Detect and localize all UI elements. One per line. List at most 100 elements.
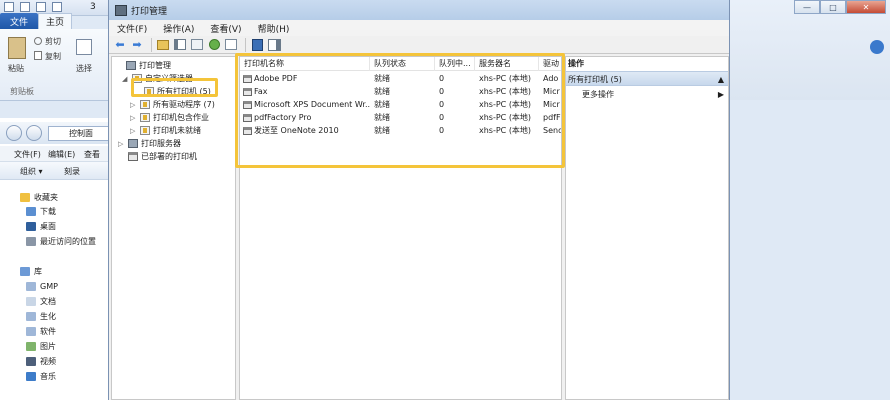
nav-item-label: 桌面	[40, 221, 56, 231]
nav-item-software[interactable]: 软件	[26, 324, 56, 338]
burn-button[interactable]: 刻录	[64, 166, 80, 177]
actions-section-label: 所有打印机 (5)	[568, 75, 622, 84]
tree-item-deployed-printers[interactable]: 已部署的打印机	[118, 150, 197, 163]
help-icon[interactable]	[870, 40, 884, 54]
explorer-menu-file[interactable]: 文件(F)	[14, 149, 41, 160]
home-tab[interactable]: 主页	[38, 13, 72, 29]
expand-arrow-icon[interactable]: ▷	[118, 140, 126, 148]
nav-item-libraries[interactable]: 库	[20, 264, 42, 278]
nav-item-favorites[interactable]: 收藏夹	[20, 190, 58, 204]
window-title-bar[interactable]: 打印管理	[109, 0, 729, 20]
nav-item-desktop[interactable]: 桌面	[26, 219, 56, 233]
tree-item-printers-with-jobs[interactable]: ▷ 打印机包含作业	[130, 111, 209, 124]
copy-icon[interactable]	[34, 51, 42, 60]
nav-item-label: 生化	[40, 311, 56, 321]
show-hide-tree-icon[interactable]	[173, 38, 187, 52]
collapse-up-icon[interactable]: ▲	[718, 72, 724, 87]
file-tab[interactable]: 文件	[0, 13, 38, 29]
select-icon[interactable]	[76, 39, 92, 55]
forward-arrow-icon[interactable]: ➡	[130, 38, 144, 52]
expand-arrow-icon[interactable]: ▷	[130, 127, 138, 135]
explorer-menu-view[interactable]: 查看	[84, 149, 100, 160]
nav-item-music[interactable]: 音乐	[26, 369, 56, 383]
actions-header: 操作	[566, 57, 728, 71]
back-icon[interactable]	[6, 125, 22, 141]
address-field[interactable]: 控制面	[48, 126, 110, 141]
recent-places-icon	[26, 236, 36, 246]
console-tree: 打印管理 ◢ 自定义筛选器 所有打印机 (5) ▷ 所有驱动程序 (7) ▷ 打…	[111, 56, 236, 400]
nav-item-pictures[interactable]: 图片	[26, 339, 56, 353]
desktop-icon	[26, 221, 36, 231]
documents-icon	[26, 296, 36, 306]
filter-icon	[140, 126, 150, 135]
more-actions-item[interactable]: 更多操作 ▶	[582, 88, 728, 101]
organize-button[interactable]: 组织 ▾	[20, 166, 43, 177]
printer-icon	[128, 152, 138, 161]
nav-item-recent[interactable]: 最近访问的位置	[26, 234, 96, 248]
redo-icon[interactable]	[52, 2, 62, 12]
help-book-icon[interactable]	[250, 38, 264, 52]
menu-action[interactable]: 操作(A)	[163, 22, 194, 35]
expand-arrow-icon[interactable]: ▷	[130, 101, 138, 109]
tree-item-label: 打印机未就绪	[153, 126, 201, 135]
nav-item-gmp[interactable]: GMP	[26, 279, 58, 293]
tree-item-label: 打印机包含作业	[153, 113, 209, 122]
up-folder-icon[interactable]	[156, 38, 170, 52]
filter-icon	[140, 100, 150, 109]
copy-label[interactable]: 复制	[45, 51, 61, 62]
folder-icon	[26, 326, 36, 336]
nav-item-downloads[interactable]: 下载	[26, 204, 56, 218]
window-controls: — □ ✕	[794, 0, 886, 14]
tree-item-printers-not-ready[interactable]: ▷ 打印机未就绪	[130, 124, 201, 137]
cut-label[interactable]: 剪切	[45, 36, 61, 47]
show-action-pane-icon[interactable]	[267, 38, 281, 52]
nav-item-label: 下载	[40, 206, 56, 216]
folder-icon	[26, 281, 36, 291]
undo-icon[interactable]	[36, 2, 46, 12]
maximize-button[interactable]: □	[820, 0, 846, 14]
explorer-address-bar: 控制面	[0, 122, 110, 144]
paste-label: 粘贴	[8, 64, 24, 73]
toolbar-separator	[151, 37, 152, 52]
pictures-icon	[26, 341, 36, 351]
nav-item-label: 音乐	[40, 371, 56, 381]
back-arrow-icon[interactable]: ⬅	[113, 38, 127, 52]
menu-file[interactable]: 文件(F)	[117, 22, 147, 35]
forward-icon[interactable]	[26, 125, 42, 141]
minimize-button[interactable]: —	[794, 0, 820, 14]
nav-item-documents[interactable]: 文档	[26, 294, 56, 308]
refresh-icon[interactable]	[207, 38, 221, 52]
nav-item-label: 库	[34, 266, 42, 276]
tree-item-label: 打印服务器	[141, 139, 181, 148]
properties-icon[interactable]	[190, 38, 204, 52]
star-icon	[20, 192, 30, 202]
nav-item-label: 收藏夹	[34, 192, 58, 202]
explorer-command-bar: 组织 ▾ 刻录	[0, 162, 110, 180]
quick-access-text: 3	[90, 2, 96, 12]
tree-item-label: 所有驱动程序 (7)	[153, 100, 215, 109]
select-label[interactable]: 选择	[76, 63, 92, 74]
tree-item-print-servers[interactable]: ▷ 打印服务器	[118, 137, 181, 150]
paste-icon[interactable]	[8, 37, 26, 59]
close-button[interactable]: ✕	[846, 0, 886, 14]
menu-view[interactable]: 查看(V)	[210, 22, 241, 35]
tree-item-all-drivers[interactable]: ▷ 所有驱动程序 (7)	[130, 98, 215, 111]
tree-item-print-management[interactable]: 打印管理	[116, 59, 171, 72]
menu-help[interactable]: 帮助(H)	[258, 22, 290, 35]
scissors-icon[interactable]	[34, 37, 42, 45]
explorer-menu-edit[interactable]: 编辑(E)	[48, 149, 75, 160]
folder-icon	[26, 311, 36, 321]
clipboard-group-label: 剪贴板	[10, 87, 34, 96]
export-list-icon[interactable]	[224, 38, 238, 52]
nav-item-label: 图片	[40, 341, 56, 351]
server-icon	[128, 139, 138, 148]
printer-app-icon	[115, 4, 127, 16]
collapse-arrow-icon[interactable]: ◢	[122, 75, 130, 83]
nav-item-biochem[interactable]: 生化	[26, 309, 56, 323]
save-icon[interactable]	[20, 2, 30, 12]
expand-arrow-icon[interactable]: ▷	[130, 114, 138, 122]
window-title: 打印管理	[131, 6, 168, 17]
toolbar-separator	[245, 37, 246, 52]
nav-item-videos[interactable]: 视频	[26, 354, 56, 368]
actions-section-all-printers[interactable]: 所有打印机 (5) ▲	[566, 71, 728, 86]
